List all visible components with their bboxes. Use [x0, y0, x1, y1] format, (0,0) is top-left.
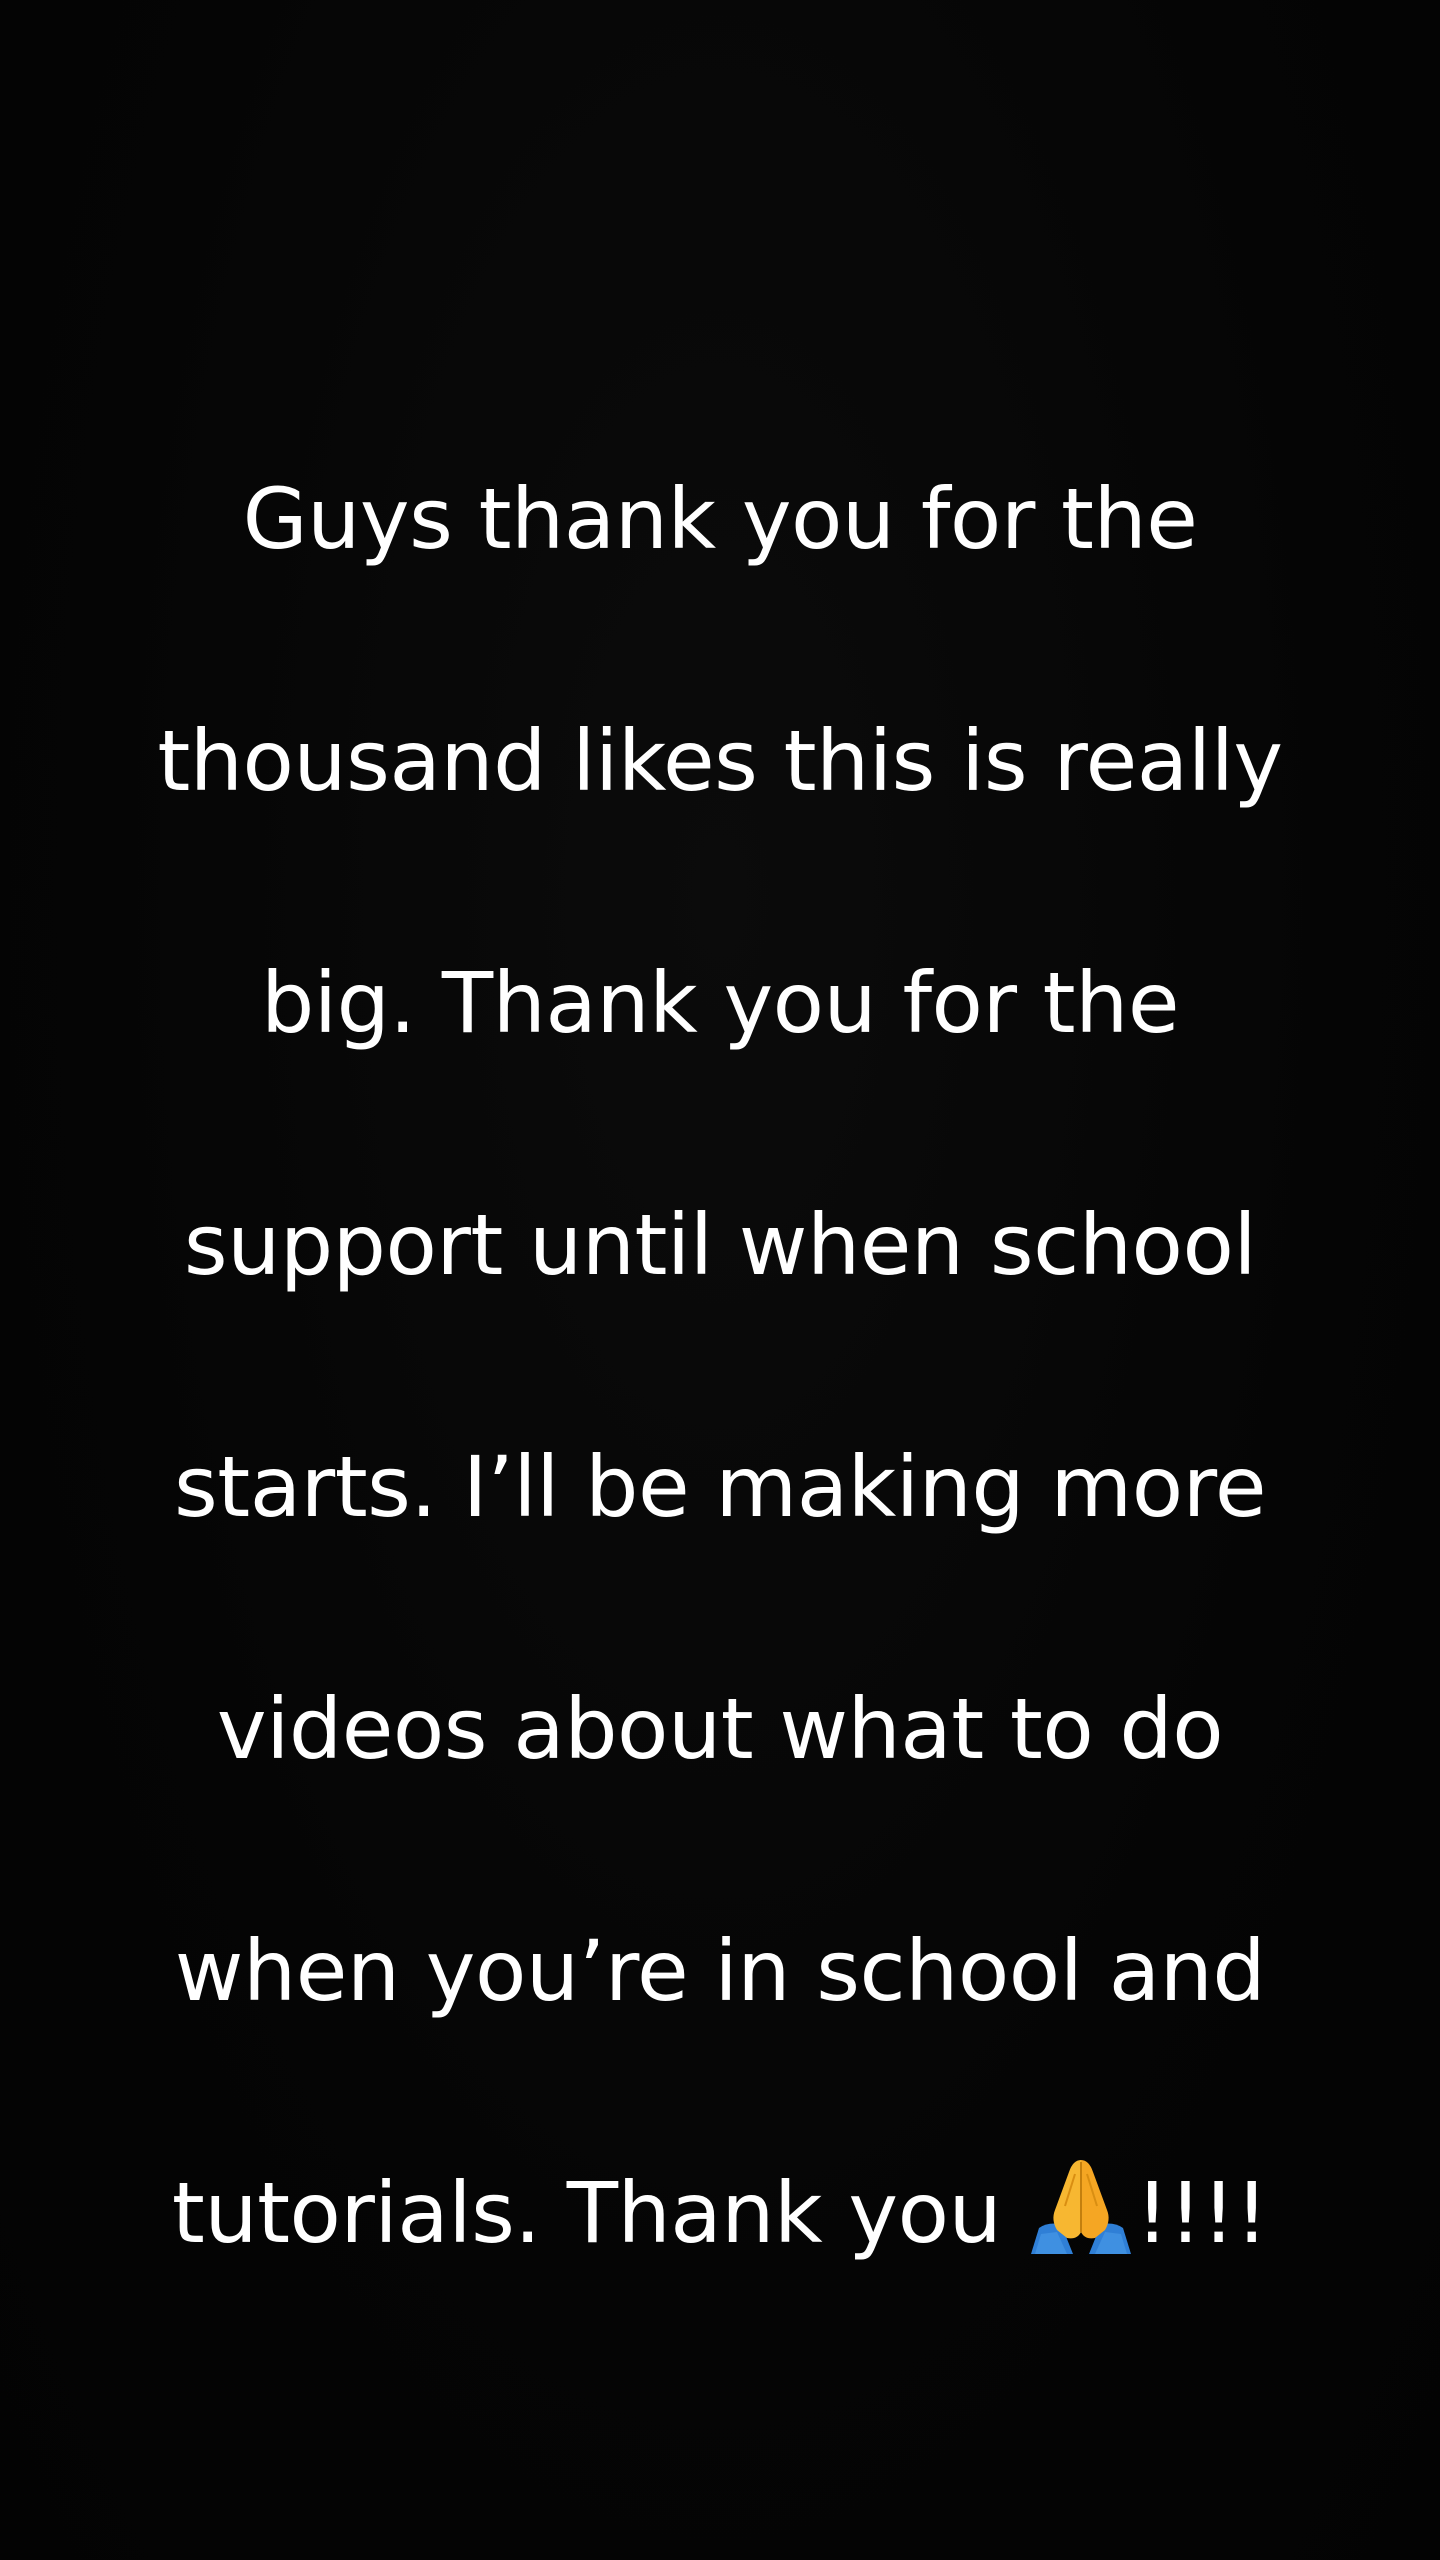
caption-line-5: starts. I’ll be making more — [174, 1438, 1267, 1536]
caption-text: Guys thank you for the thousand likes th… — [80, 338, 1360, 2395]
caption-line-6: videos about what to do — [216, 1680, 1224, 1778]
folded-hands-icon — [1027, 2154, 1135, 2254]
caption-line-7: when you’re in school and — [174, 1922, 1266, 2020]
caption-line-8-text: tutorials. Thank you — [171, 2164, 1002, 2262]
caption-line-3: big. Thank you for the — [260, 954, 1180, 1052]
story-screen: Guys thank you for the thousand likes th… — [0, 0, 1440, 2560]
caption-line-4: support until when school — [183, 1196, 1257, 1294]
caption-line-8: tutorials. Thank you !!!! — [80, 2153, 1360, 2274]
caption-line-2: thousand likes this is really — [157, 712, 1283, 810]
trailing-exclamations: !!!! — [1135, 2164, 1269, 2262]
caption-line-1: Guys thank you for the — [242, 470, 1198, 568]
